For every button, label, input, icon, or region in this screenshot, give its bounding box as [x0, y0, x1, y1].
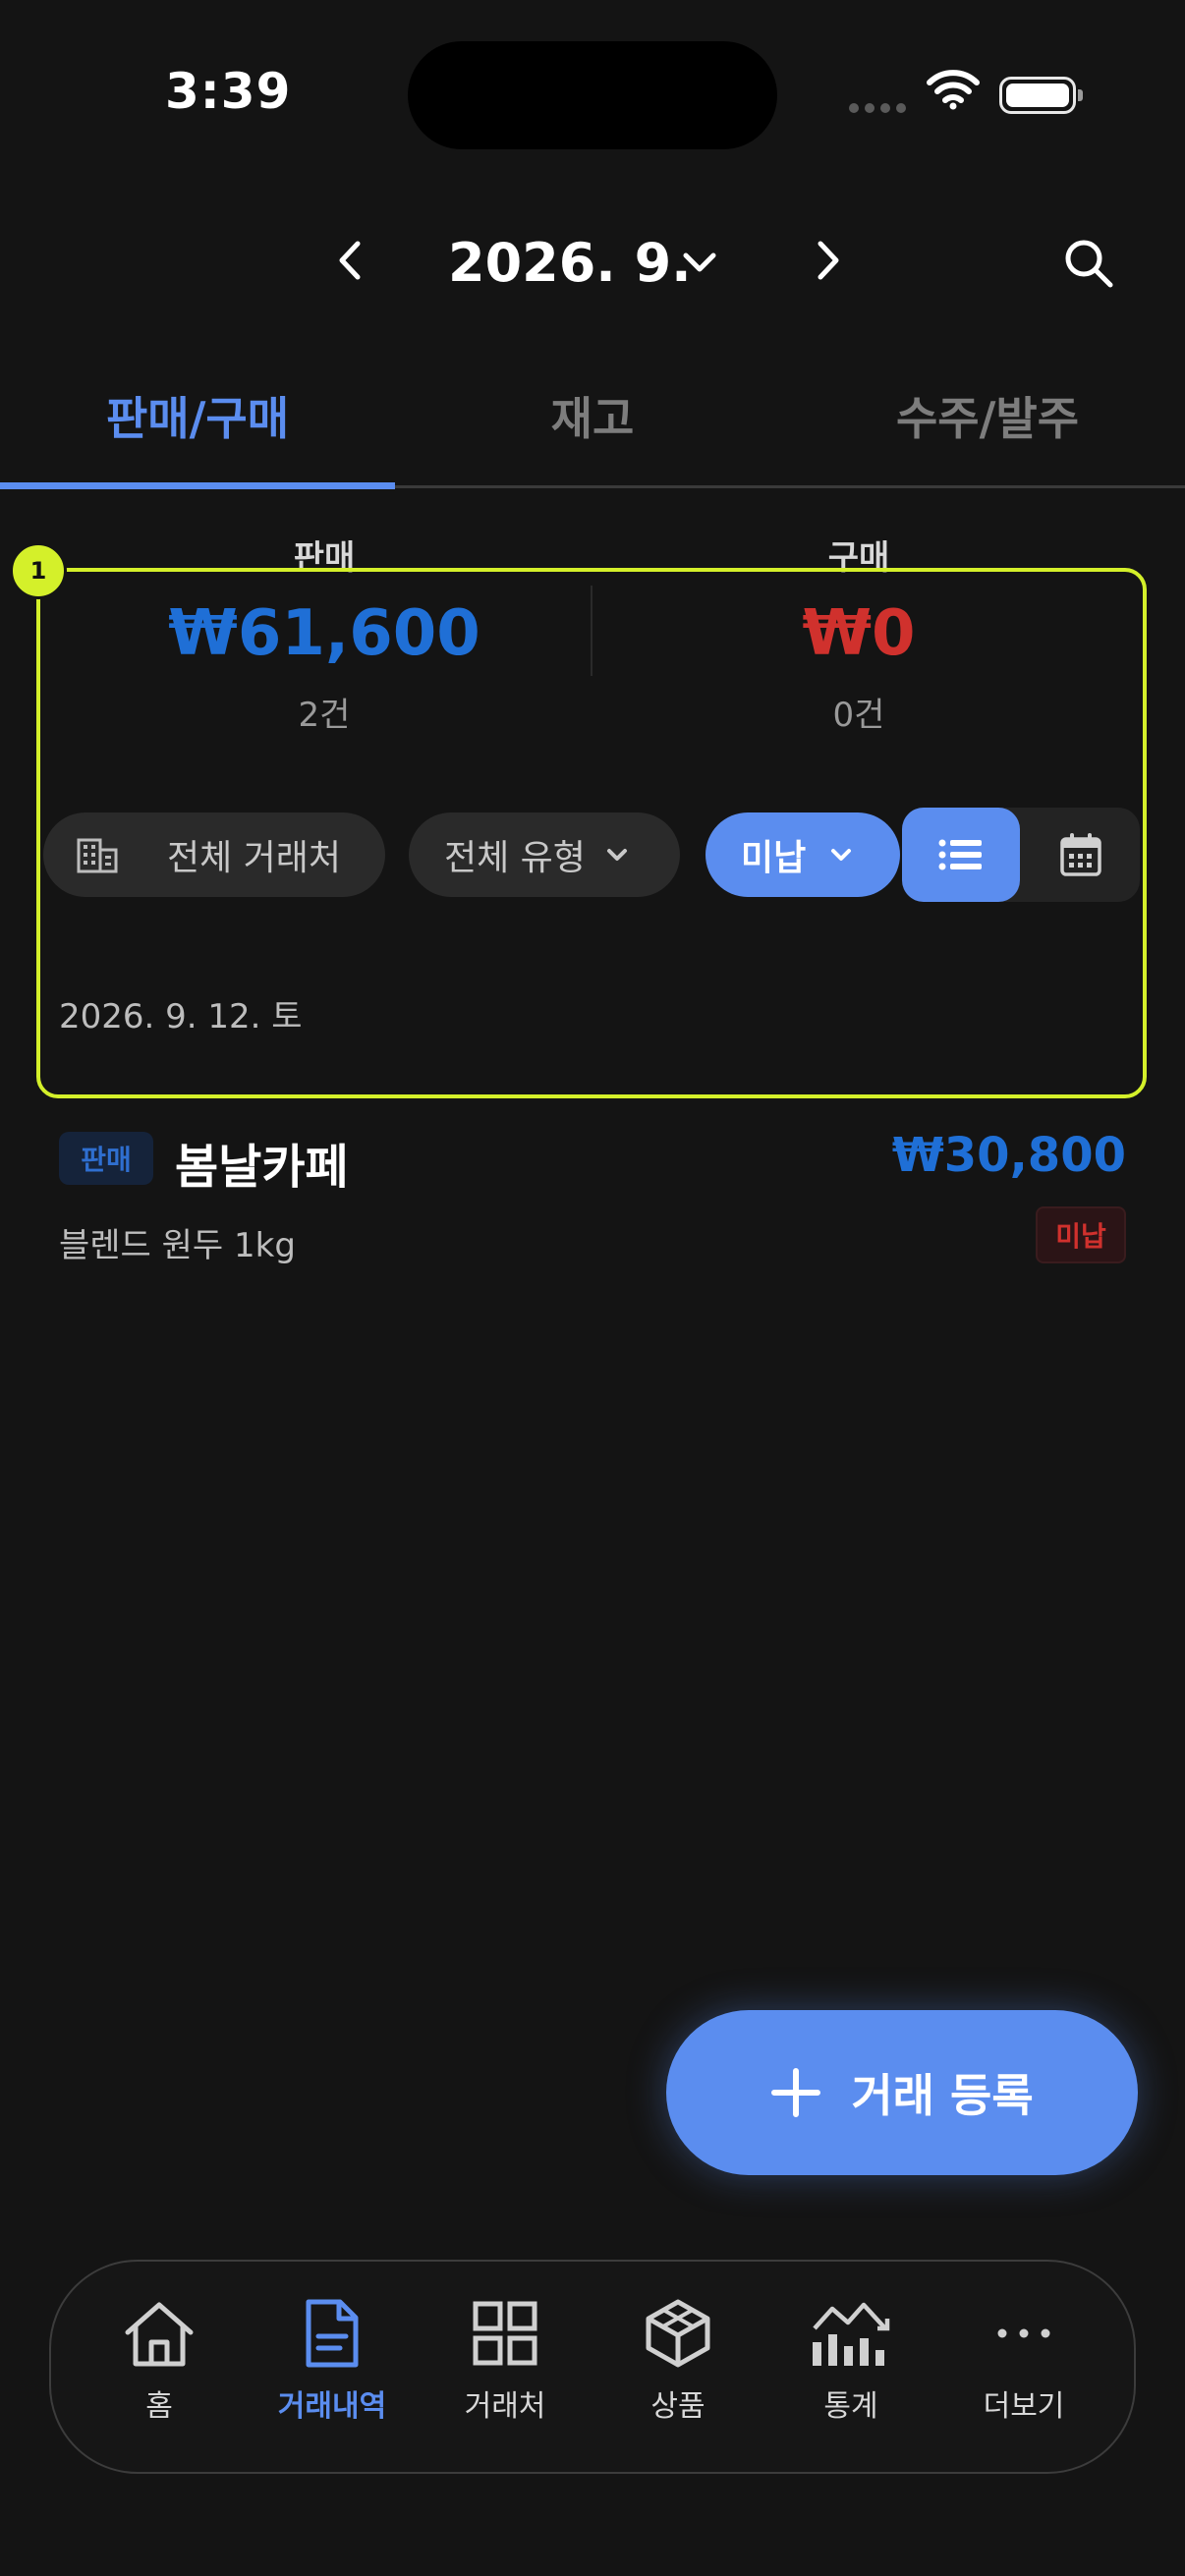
- box-icon: [646, 2299, 710, 2368]
- nav-partners-label: 거래처: [464, 2389, 546, 2424]
- tab-orders[interactable]: 수주/발주: [790, 383, 1185, 448]
- tab-indicator: [0, 482, 395, 489]
- nav-transactions-label: 거래내역: [277, 2389, 387, 2424]
- nav-statistics[interactable]: 통계: [764, 2299, 937, 2425]
- nav-more-label: 더보기: [983, 2389, 1065, 2424]
- tab-sales-purchase[interactable]: 판매/구매: [0, 383, 395, 448]
- nav-home[interactable]: 홈: [73, 2299, 246, 2425]
- more-icon: [997, 2328, 1050, 2338]
- add-transaction-button[interactable]: 거래 등록: [666, 2010, 1138, 2175]
- nav-transactions[interactable]: 거래내역: [246, 2299, 419, 2425]
- chevron-down-icon[interactable]: [678, 244, 721, 283]
- search-icon[interactable]: [1061, 236, 1116, 291]
- signal-icon: [849, 103, 906, 113]
- add-transaction-label: 거래 등록: [851, 2069, 1034, 2122]
- nav-products[interactable]: 상품: [592, 2299, 764, 2425]
- dynamic-island: [408, 41, 777, 149]
- wifi-icon: [927, 70, 980, 110]
- document-icon: [306, 2299, 359, 2368]
- nav-products-label: 상품: [650, 2389, 705, 2424]
- nav-home-label: 홈: [145, 2389, 173, 2424]
- status-badge: 미납: [1036, 1206, 1126, 1263]
- status-time: 3:39: [165, 63, 292, 120]
- transaction-amount: ₩30,800: [891, 1128, 1126, 1183]
- highlight-box: [36, 568, 1147, 1098]
- battery-icon: [999, 77, 1083, 114]
- month-label[interactable]: 2026. 9.: [448, 232, 692, 294]
- chart-icon: [813, 2302, 890, 2366]
- transaction-type-badge: 판매: [59, 1132, 153, 1185]
- transaction-description: 블렌드 원두 1kg: [59, 1226, 296, 1265]
- tab-inventory[interactable]: 재고: [395, 383, 790, 448]
- nav-statistics-label: 통계: [823, 2389, 878, 2424]
- plus-icon: [771, 2068, 821, 2117]
- prev-month-icon[interactable]: [332, 236, 367, 285]
- transaction-partner[interactable]: 봄날카페: [175, 1128, 349, 1197]
- grid-icon: [473, 2301, 537, 2366]
- nav-more[interactable]: 더보기: [937, 2299, 1110, 2425]
- nav-partners[interactable]: 거래처: [419, 2299, 592, 2425]
- highlight-badge: 1: [10, 542, 67, 599]
- next-month-icon[interactable]: [811, 236, 846, 285]
- home-icon: [125, 2302, 194, 2367]
